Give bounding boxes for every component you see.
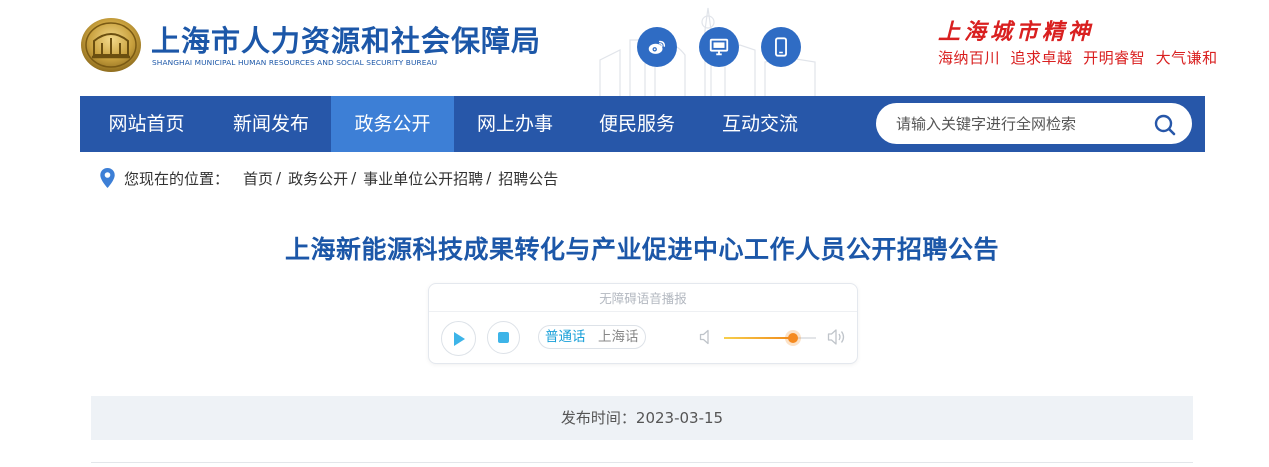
mobile-icon [775,37,787,57]
breadcrumb-separator: / [351,169,357,187]
org-name-en[interactable]: SHANGHAI MUNICIPAL HUMAN RESOURCES AND S… [152,58,437,67]
volume-low-icon[interactable] [699,329,713,345]
site-header: 上海市人力资源和社会保障局 SHANGHAI MUNICIPAL HUMAN R… [0,0,1269,96]
volume-fill [724,337,793,339]
desktop-button[interactable] [699,27,739,67]
location-pin-icon [100,168,115,188]
breadcrumb-item-recruitment[interactable]: 事业单位公开招聘 [363,168,483,189]
breadcrumb-label: 您现在的位置： [124,169,230,188]
breadcrumb-separator: / [276,169,282,187]
stop-button[interactable] [487,321,520,354]
dialect-shanghainese-button[interactable]: 上海话 [592,325,646,349]
desktop-icon [709,38,729,56]
search-box [876,103,1192,144]
play-icon [453,331,465,346]
breadcrumb-item-home[interactable]: 首页 [243,168,273,189]
page-title: 上海新能源科技成果转化与产业促进中心工作人员公开招聘公告 [284,235,999,264]
breadcrumb-separator: / [486,169,492,187]
search-input[interactable] [896,103,1146,144]
city-spirit-slogan: 海纳百川 追求卓越 开明睿智 大气谦和 [938,49,1218,67]
nav-item-gov-affairs[interactable]: 政务公开 [331,96,454,152]
nav-item-public-services[interactable]: 便民服务 [576,96,698,152]
volume-slider[interactable] [724,333,816,343]
publish-info-bar: 发布时间：2023-03-15 [91,396,1193,440]
weibo-icon [648,40,666,54]
publish-label: 发布时间： [560,409,636,427]
player-label: 无障碍语音播报 [599,291,687,306]
nav-item-online-services[interactable]: 网上办事 [454,96,576,152]
search-icon[interactable] [1153,113,1177,137]
volume-high-icon[interactable] [827,328,847,346]
nav-item-news[interactable]: 新闻发布 [210,96,332,152]
volume-handle[interactable] [788,333,798,343]
nav-item-home[interactable]: 网站首页 [80,96,213,152]
breadcrumb-item-gov-affairs[interactable]: 政务公开 [288,168,348,189]
accessibility-audio-player: 无障碍语音播报 普通话 上海话 [428,283,858,364]
city-spirit-title: 上海城市精神 [938,19,1095,45]
breadcrumb-item-announcement[interactable]: 招聘公告 [498,168,558,189]
weibo-button[interactable] [637,27,677,67]
play-button[interactable] [441,321,476,356]
main-nav: 网站首页 新闻发布 政务公开 网上办事 便民服务 互动交流 [80,96,1205,152]
publish-date: 2023-03-15 [635,409,724,427]
mobile-button[interactable] [761,27,801,67]
bureau-emblem-icon[interactable] [80,17,142,73]
content-divider [91,462,1193,463]
stop-icon [498,332,509,343]
nav-item-interaction[interactable]: 互动交流 [698,96,822,152]
player-divider [429,311,857,312]
org-name-cn[interactable]: 上海市人力资源和社会保障局 [151,18,541,60]
dialect-mandarin-button[interactable]: 普通话 [538,325,593,349]
breadcrumb: 您现在的位置： 首页 / 政务公开 / 事业单位公开招聘 / 招聘公告 [99,166,558,190]
